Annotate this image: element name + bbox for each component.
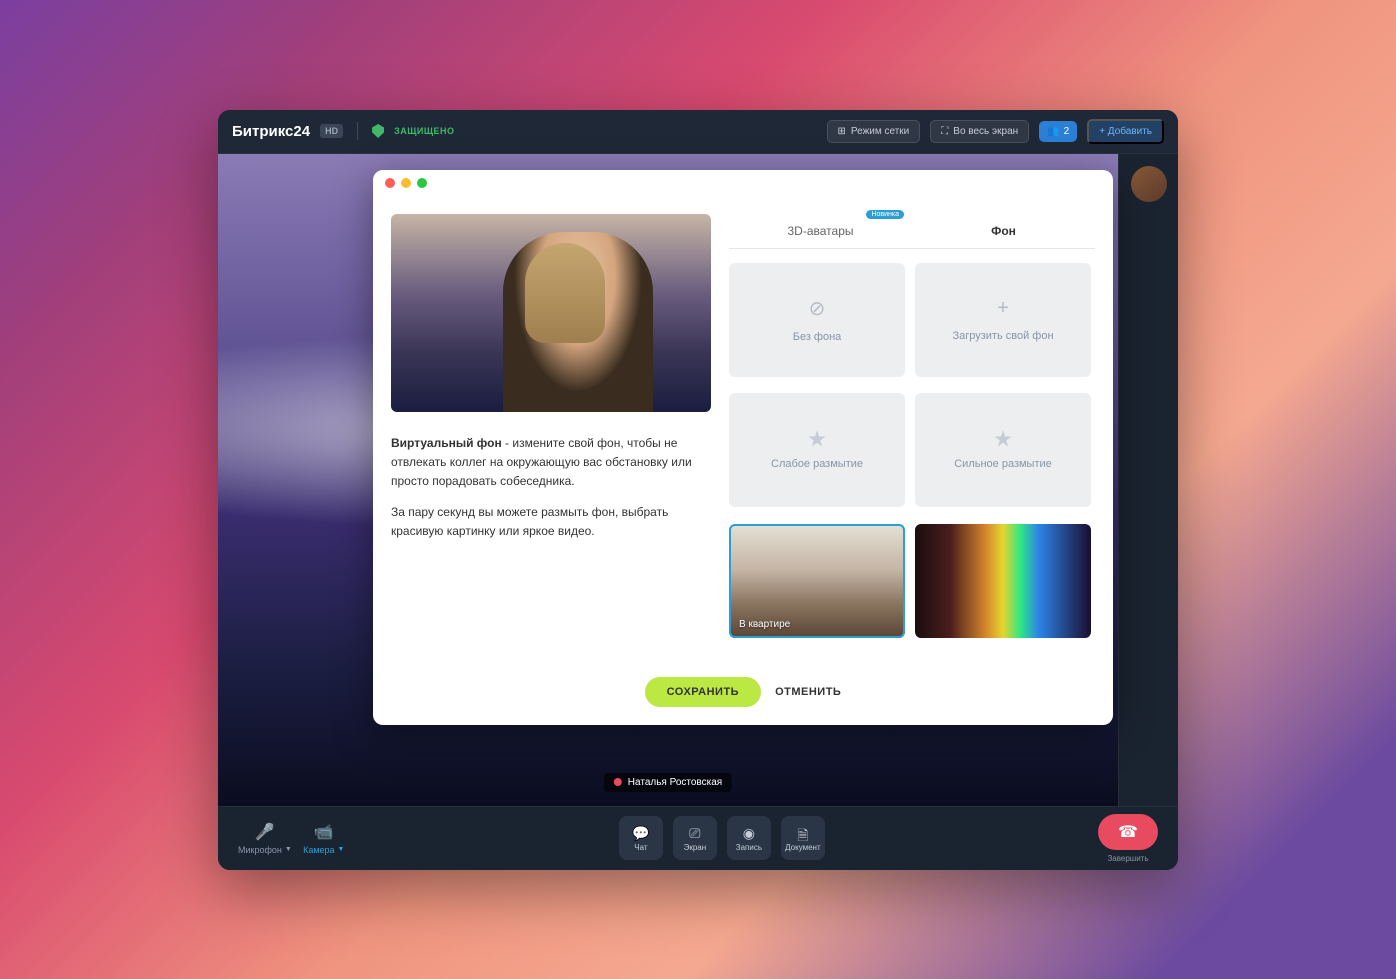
participant-avatar[interactable] xyxy=(1131,166,1167,202)
participant-name-text: Наталья Ростовская xyxy=(628,777,722,788)
protected-label: ЗАЩИЩЕНО xyxy=(394,126,454,136)
app-logo: Битрикс24 xyxy=(232,123,310,140)
cancel-button[interactable]: ОТМЕНИТЬ xyxy=(775,686,841,698)
option-upload-background[interactable]: + Загрузить свой фон xyxy=(915,263,1091,377)
tab-avatars-label: 3D-аватары xyxy=(788,224,854,238)
grid-mode-button[interactable]: ⊞ Режим сетки xyxy=(827,120,921,143)
background-settings-modal: Виртуальный фон - измените свой фон, что… xyxy=(373,170,1113,725)
tab-avatars[interactable]: 3D-аватары Новинка xyxy=(729,214,912,248)
video-call-window: Битрикс24 HD ЗАЩИЩЕНО ⊞ Режим сетки ⛶ Во… xyxy=(218,110,1178,870)
option-apartment[interactable]: В квартире xyxy=(729,524,905,638)
star-icon xyxy=(808,430,826,448)
modal-titlebar xyxy=(373,170,1113,196)
camera-button[interactable]: 📹 Камера ▼ xyxy=(302,822,346,855)
screen-label: Экран xyxy=(684,843,707,852)
participants-number: 2 xyxy=(1064,126,1070,137)
no-background-icon: ⊘ xyxy=(809,296,826,321)
fullscreen-button[interactable]: ⛶ Во весь экран xyxy=(930,120,1029,143)
center-controls: 💬 Чат ⎚ Экран ◉ Запись 🗎 Документ xyxy=(619,816,825,860)
desc-bold: Виртуальный фон xyxy=(391,436,502,450)
chevron-down-icon: ▼ xyxy=(285,846,292,853)
shield-icon xyxy=(372,124,384,138)
option-apartment-label: В квартире xyxy=(739,619,790,630)
camera-label: Камера xyxy=(303,845,334,855)
chat-icon: 💬 xyxy=(632,825,649,841)
tab-background[interactable]: Фон xyxy=(912,214,1095,248)
mic-muted-icon xyxy=(614,778,622,786)
new-badge: Новинка xyxy=(866,210,904,219)
modal-tabs: 3D-аватары Новинка Фон xyxy=(729,214,1095,249)
record-label: Запись xyxy=(736,843,762,852)
document-button[interactable]: 🗎 Документ xyxy=(781,816,825,860)
record-icon: ◉ xyxy=(743,825,755,841)
add-participant-button[interactable]: + Добавить xyxy=(1087,119,1164,144)
document-icon: 🗎 xyxy=(797,825,808,841)
option-blur-light-label: Слабое размытие xyxy=(771,458,863,470)
participant-name-badge: Наталья Ростовская xyxy=(604,773,732,792)
option-colorful[interactable] xyxy=(915,524,1091,638)
plus-icon: + xyxy=(997,297,1009,320)
record-button[interactable]: ◉ Запись xyxy=(727,816,771,860)
grid-mode-label: Режим сетки xyxy=(851,126,909,137)
close-icon[interactable] xyxy=(385,178,395,188)
microphone-icon: 🎤 xyxy=(255,822,275,842)
background-options-grid: ⊘ Без фона + Загрузить свой фон Слабое р… xyxy=(729,263,1095,645)
divider xyxy=(357,122,358,140)
hd-badge: HD xyxy=(320,124,343,138)
modal-left-column: Виртуальный фон - измените свой фон, что… xyxy=(391,214,711,645)
fullscreen-label: Во весь экран xyxy=(953,126,1018,137)
modal-body: Виртуальный фон - измените свой фон, что… xyxy=(373,196,1113,663)
mic-label: Микрофон xyxy=(238,845,282,855)
fullscreen-icon: ⛶ xyxy=(941,126,948,137)
modal-footer: СОХРАНИТЬ ОТМЕНИТЬ xyxy=(373,663,1113,725)
option-upload-label: Загрузить свой фон xyxy=(952,330,1053,342)
end-call-wrap: ☎ Завершить xyxy=(1098,814,1158,863)
save-button[interactable]: СОХРАНИТЬ xyxy=(645,677,761,707)
grid-icon: ⊞ xyxy=(838,126,846,137)
topbar: Битрикс24 HD ЗАЩИЩЕНО ⊞ Режим сетки ⛶ Во… xyxy=(218,110,1178,154)
option-blur-strong-label: Сильное размытие xyxy=(954,458,1052,470)
option-light-blur[interactable]: Слабое размытие xyxy=(729,393,905,507)
call-controls: 🎤 Микрофон▼ 📹 Камера▼ 💬 Чат ⎚ Экран ◉ За… xyxy=(218,806,1178,870)
end-call-button[interactable]: ☎ xyxy=(1098,814,1158,850)
desc-text2: За пару секунд вы можете размыть фон, вы… xyxy=(391,503,711,541)
chat-label: Чат xyxy=(634,843,647,852)
minimize-icon[interactable] xyxy=(401,178,411,188)
option-no-background[interactable]: ⊘ Без фона xyxy=(729,263,905,377)
people-icon: 👥 xyxy=(1047,126,1059,137)
chevron-down-icon: ▼ xyxy=(338,846,345,853)
camera-icon: 📹 xyxy=(314,822,334,842)
chat-button[interactable]: 💬 Чат xyxy=(619,816,663,860)
phone-hangup-icon: ☎ xyxy=(1118,822,1138,842)
screen-share-button[interactable]: ⎚ Экран xyxy=(673,816,717,860)
option-strong-blur[interactable]: Сильное размытие xyxy=(915,393,1091,507)
document-label: Документ xyxy=(785,843,821,852)
end-label: Завершить xyxy=(1107,854,1148,863)
description: Виртуальный фон - измените свой фон, что… xyxy=(391,434,711,542)
maximize-icon[interactable] xyxy=(417,178,427,188)
participants-sidebar xyxy=(1118,154,1178,806)
screen-icon: ⎚ xyxy=(689,825,700,841)
microphone-button[interactable]: 🎤 Микрофон▼ xyxy=(238,822,292,855)
background-preview xyxy=(391,214,711,412)
modal-right-column: 3D-аватары Новинка Фон ⊘ Без фона + Загр… xyxy=(729,214,1095,645)
participants-count[interactable]: 👥 2 xyxy=(1039,121,1077,142)
star-icon xyxy=(994,430,1012,448)
option-none-label: Без фона xyxy=(793,331,842,343)
